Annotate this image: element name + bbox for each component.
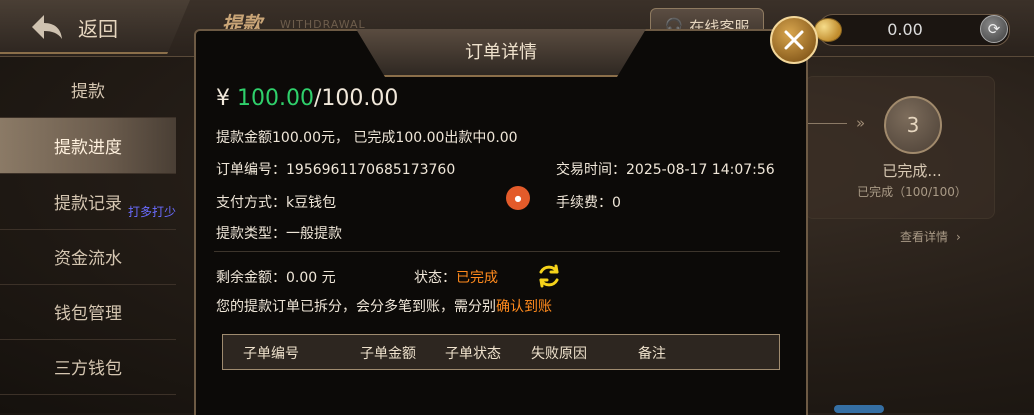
trade-time-value: 2025-08-17 14:07:56 (626, 162, 775, 178)
modal-title: 订单详情 (465, 42, 537, 63)
pay-method-value: k豆钱包 (286, 195, 337, 211)
table-header-sub-order-no: 子单编号 (243, 346, 299, 362)
order-number-value: 1956961170685173760 (286, 162, 456, 178)
sidebar-item-wallet-management[interactable]: 钱包管理 (0, 284, 176, 340)
pay-method-row: 支付方式：k豆钱包 (216, 192, 336, 212)
balance-value: 0.00 (887, 20, 923, 39)
remaining-label: 剩余金额： (216, 270, 286, 286)
refresh-status-icon[interactable] (536, 263, 562, 289)
step-sub-label: 已完成（100/100） (857, 185, 967, 199)
close-icon (784, 30, 804, 50)
status-row: 状态：已完成 (414, 267, 498, 287)
order-number-label: 订单编号： (216, 162, 286, 178)
sidebar-item-label: 资金流水 (54, 249, 122, 269)
trade-time-row: 交易时间：2025-08-17 14:07:56 (556, 159, 775, 179)
refresh-icon: ⟳ (987, 20, 1001, 38)
amount-completed: 100.00 (237, 86, 314, 111)
table-header-failure-reason: 失败原因 (531, 346, 587, 362)
fee-label: 手续费： (556, 195, 612, 211)
sub-order-table-header: 子单编号 子单金额 子单状态 失败原因 备注 (222, 334, 780, 370)
confirm-receipt-link[interactable]: 确认到账 (496, 299, 552, 315)
currency-symbol: ¥ (216, 86, 230, 111)
step-circle: 3 (884, 96, 942, 154)
withdraw-type-row: 提款类型：一般提款 (216, 223, 342, 243)
sidebar-item-label: 钱包管理 (54, 304, 122, 324)
close-modal-button[interactable] (770, 16, 818, 64)
view-detail-link[interactable]: 查看详情 › (900, 228, 961, 245)
back-button[interactable]: 返回 (30, 10, 118, 44)
amount-summary: 提款金额100.00元， 已完成100.00出款中0.00 (216, 130, 518, 146)
remaining-row: 剩余金额：0.00 元 (216, 267, 336, 287)
sidebar: 提款 提款进度 提款记录 资金流水 钱包管理 三方钱包 (0, 62, 176, 413)
split-notice-text: 您的提款订单已拆分，会分多笔到账，需分别 (216, 299, 496, 315)
trade-time-label: 交易时间： (556, 162, 626, 178)
fee-row: 手续费：0 (556, 192, 621, 212)
chevron-right-icon: › (956, 229, 961, 244)
sidebar-item-withdraw-progress[interactable]: 提款进度 (0, 118, 176, 174)
overlay-badge-icon: ● (506, 186, 530, 210)
sidebar-item-third-party-wallet[interactable]: 三方钱包 (0, 339, 176, 395)
order-number-row: 订单编号：1956961170685173760 (216, 159, 455, 179)
sidebar-item-withdraw-records[interactable]: 提款记录 (0, 174, 176, 230)
sidebar-item-fund-flow[interactable]: 资金流水 (0, 229, 176, 285)
progress-connector (805, 123, 847, 124)
withdraw-type-value: 一般提款 (286, 226, 342, 242)
amount-total: /100.00 (313, 86, 399, 111)
pay-method-label: 支付方式： (216, 195, 286, 211)
table-header-sub-order-status: 子单状态 (445, 346, 501, 362)
view-detail-label: 查看详情 (900, 230, 949, 244)
table-header-sub-order-amount: 子单金额 (360, 346, 416, 362)
remaining-value: 0.00 元 (286, 270, 336, 286)
status-value: 已完成 (456, 270, 498, 286)
split-notice: 您的提款订单已拆分，会分多笔到账，需分别确认到账 (216, 296, 552, 316)
status-label: 状态： (414, 270, 456, 286)
chevron-right-double-icon: » (856, 114, 866, 132)
sidebar-item-label: 提款进度 (54, 138, 122, 158)
coin-icon (814, 18, 842, 42)
table-header-remark: 备注 (638, 346, 666, 362)
decorative-glow (834, 405, 884, 413)
step-label: 已完成... (882, 162, 942, 180)
watermark-text: 打多打少 (128, 205, 177, 219)
sidebar-item-label: 提款 (71, 82, 105, 102)
back-label: 返回 (78, 16, 118, 41)
withdraw-type-label: 提款类型： (216, 226, 286, 242)
sidebar-item-withdraw[interactable]: 提款 (0, 62, 176, 118)
amount-line: ¥ 100.00/100.00 (216, 86, 398, 111)
refresh-balance-button[interactable]: ⟳ (980, 15, 1008, 43)
sidebar-item-label: 三方钱包 (54, 359, 122, 379)
sidebar-item-label: 提款记录 (54, 194, 122, 214)
divider (214, 251, 780, 252)
back-arrow-icon (32, 15, 62, 39)
fee-value: 0 (612, 195, 621, 211)
